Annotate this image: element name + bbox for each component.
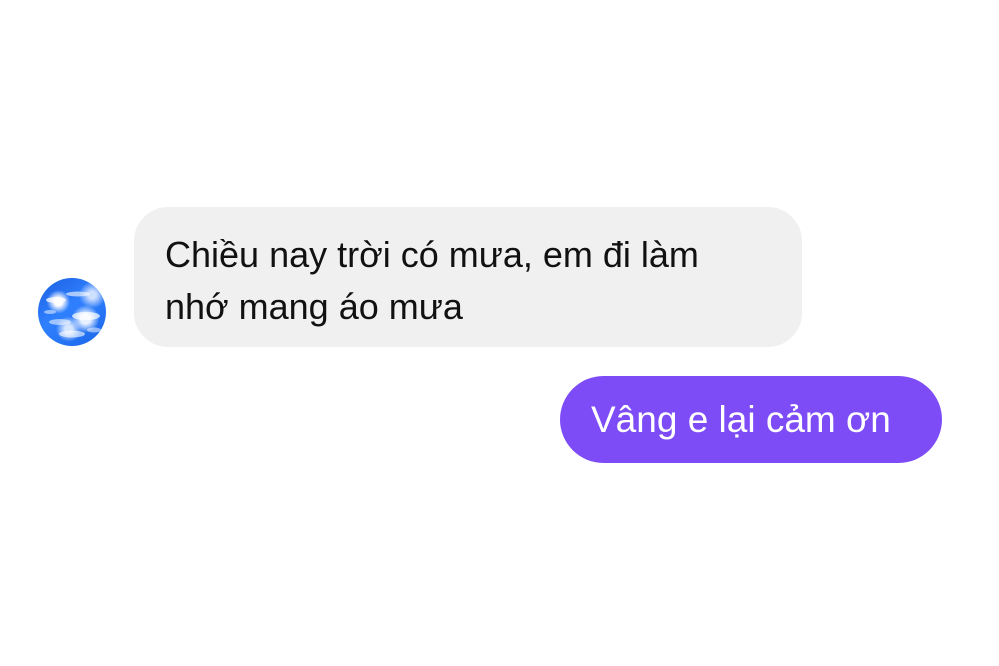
incoming-message-text: Chiều nay trời có mưa, em đi làm nhớ man… [165,234,699,327]
outgoing-message-bubble[interactable]: Vâng e lại cảm ơn [560,376,942,463]
sender-avatar[interactable] [38,278,106,346]
sky-clouds-avatar-icon [44,291,101,338]
outgoing-message-text: Vâng e lại cảm ơn [591,398,891,440]
incoming-message-bubble[interactable]: Chiều nay trời có mưa, em đi làm nhớ man… [134,207,802,347]
chat-thread: Chiều nay trời có mưa, em đi làm nhớ man… [0,0,999,666]
